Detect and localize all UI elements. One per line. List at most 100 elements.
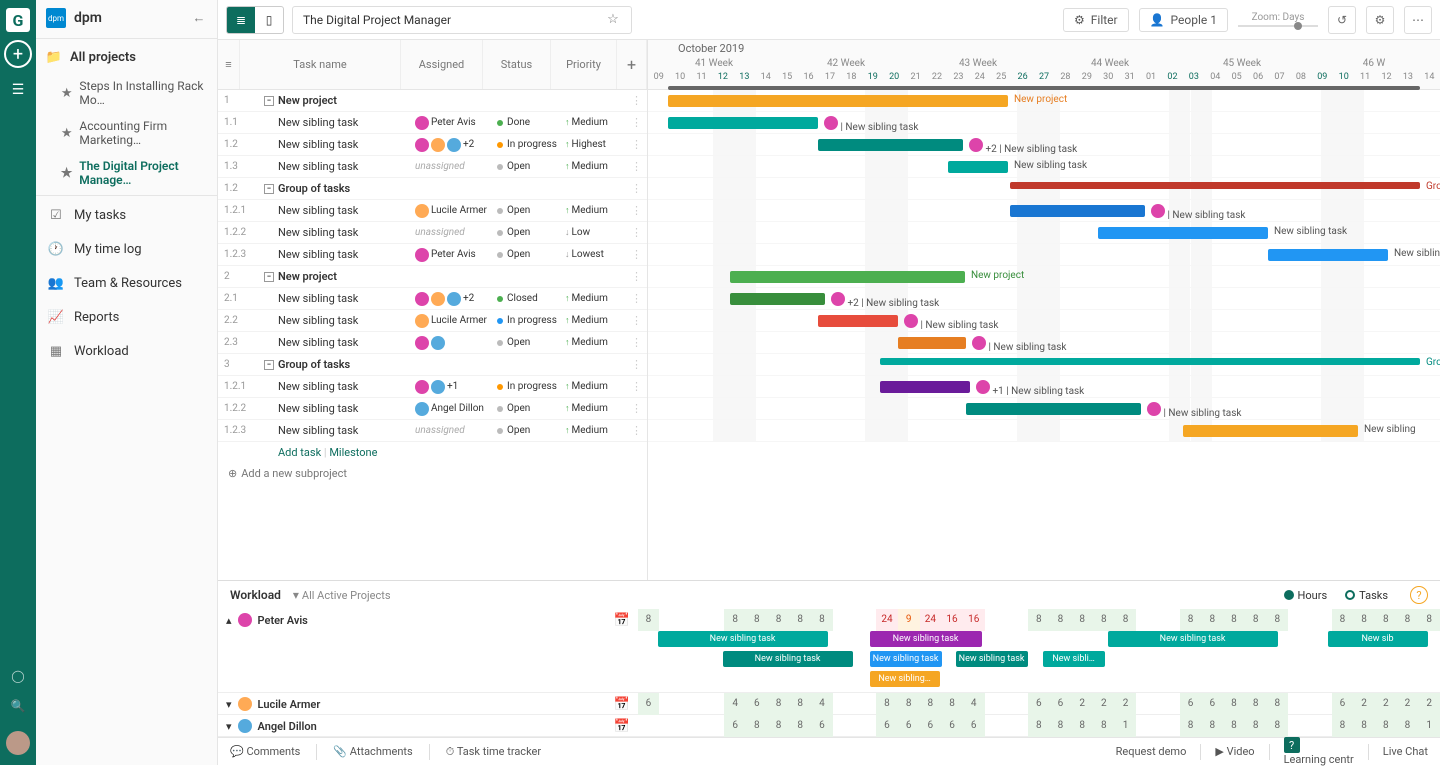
row-more-icon[interactable]: ⋮ xyxy=(631,292,647,305)
expand-icon[interactable]: ▾ xyxy=(226,698,232,711)
add-subproject-row[interactable]: ⊕ Add a new subproject xyxy=(218,463,647,484)
task-row[interactable]: 1.3New sibling taskunassignedOpen↑Medium… xyxy=(218,156,647,178)
gantt-bar[interactable]: New sibling xyxy=(1183,425,1358,437)
menu-icon[interactable]: ☰ xyxy=(12,82,25,98)
sidebar-project[interactable]: ★Steps In Installing Rack Mo… xyxy=(36,73,217,113)
radio-hours[interactable]: Hours xyxy=(1284,589,1328,602)
attachments-tab[interactable]: 📎 Attachments xyxy=(333,745,412,758)
task-row[interactable]: 1− New project⋮ xyxy=(218,90,647,112)
live-chat-link[interactable]: Live Chat xyxy=(1383,745,1428,758)
calendar-icon[interactable]: 📅 xyxy=(614,718,630,734)
gantt-bar[interactable]: +2 | New sibling task xyxy=(818,139,963,151)
row-more-icon[interactable]: ⋮ xyxy=(631,424,647,437)
add-button[interactable]: + xyxy=(4,40,32,68)
workload-bar[interactable]: New sibling… xyxy=(870,671,940,687)
expand-icon[interactable]: ▴ xyxy=(226,614,232,627)
task-row[interactable]: 1.2.2New sibling taskAngel DillonOpen↑Me… xyxy=(218,398,647,420)
task-row[interactable]: 2.1New sibling task+2Closed↑Medium⋮ xyxy=(218,288,647,310)
workload-bar[interactable]: New sib xyxy=(1328,631,1428,647)
video-link[interactable]: ▶ Video xyxy=(1215,745,1254,758)
request-demo-link[interactable]: Request demo xyxy=(1116,745,1187,758)
col-priority[interactable]: Priority xyxy=(551,40,617,89)
gantt-bar[interactable]: New sibling xyxy=(1268,249,1388,261)
sidebar-project[interactable]: ★The Digital Project Manage… xyxy=(36,153,217,193)
workload-person-row[interactable]: ▴Peter Avis📅 xyxy=(218,609,638,631)
gantt-bar[interactable]: | New sibling task xyxy=(898,337,966,349)
nav-my-time-log[interactable]: 🕐My time log xyxy=(36,232,217,266)
workload-bar[interactable]: New sibling task xyxy=(723,651,853,667)
row-more-icon[interactable]: ⋮ xyxy=(631,314,647,327)
gantt-bar[interactable]: New project xyxy=(668,95,1008,107)
row-more-icon[interactable]: ⋮ xyxy=(631,116,647,129)
workload-help-icon[interactable]: ? xyxy=(1410,586,1428,604)
gantt-bar[interactable]: +1 | New sibling task xyxy=(880,381,970,393)
collapse-toggle[interactable]: − xyxy=(264,360,274,370)
expand-icon[interactable]: ▾ xyxy=(226,720,232,733)
col-status[interactable]: Status xyxy=(483,40,551,89)
row-more-icon[interactable]: ⋮ xyxy=(631,336,647,349)
col-assigned[interactable]: Assigned xyxy=(401,40,483,89)
all-projects-link[interactable]: 📁 All projects xyxy=(36,41,217,73)
timeline[interactable]: October 2019 41 Week42 Week43 Week44 Wee… xyxy=(648,40,1440,580)
row-more-icon[interactable]: ⋮ xyxy=(631,248,647,261)
row-more-icon[interactable]: ⋮ xyxy=(631,402,647,415)
task-row[interactable]: 1.2New sibling task+2In progress↑Highest… xyxy=(218,134,647,156)
zoom-slider[interactable] xyxy=(1238,25,1318,27)
workload-bar[interactable]: New sibli… xyxy=(1043,651,1105,667)
row-more-icon[interactable]: ⋮ xyxy=(631,204,647,217)
row-more-icon[interactable]: ⋮ xyxy=(631,160,647,173)
collapse-toggle[interactable]: − xyxy=(264,184,274,194)
gantt-bar[interactable]: Group of task xyxy=(880,358,1420,365)
nav-workload[interactable]: ▦Workload xyxy=(36,334,217,368)
nav-team[interactable]: 👥Team & Resources xyxy=(36,266,217,300)
sidebar-project[interactable]: ★Accounting Firm Marketing… xyxy=(36,113,217,153)
people-button[interactable]: 👤People 1 xyxy=(1139,8,1228,32)
workload-bar[interactable]: New sibling task xyxy=(870,651,942,667)
gantt-bar[interactable]: Group of task xyxy=(1010,182,1420,189)
gantt-view-button[interactable]: ≣ xyxy=(227,7,255,33)
app-logo[interactable]: G xyxy=(6,8,30,32)
gantt-bar[interactable]: New sibling task xyxy=(948,161,1008,173)
workload-bar[interactable]: New sibling task xyxy=(956,651,1028,667)
workload-bar[interactable]: New sibling task xyxy=(1108,631,1278,647)
task-row[interactable]: 1.2.2New sibling taskunassignedOpen↓Low⋮ xyxy=(218,222,647,244)
project-title-input[interactable]: The Digital Project Manager ☆ xyxy=(292,6,632,34)
star-icon[interactable]: ☆ xyxy=(605,12,621,28)
search-icon[interactable]: 🔍 xyxy=(11,699,26,713)
task-row[interactable]: 1.2.1New sibling taskLucile ArmerOpen↑Me… xyxy=(218,200,647,222)
row-more-icon[interactable]: ⋮ xyxy=(631,226,647,239)
gantt-bar[interactable]: New sibling task xyxy=(1098,227,1268,239)
calendar-icon[interactable]: 📅 xyxy=(614,696,630,712)
row-more-icon[interactable]: ⋮ xyxy=(631,358,647,371)
settings-icon[interactable]: ⚙ xyxy=(1366,6,1394,34)
gantt-bar[interactable]: +2 | New sibling task xyxy=(730,293,825,305)
nav-my-tasks[interactable]: ☑My tasks xyxy=(36,198,217,232)
notifications-icon[interactable]: ◯ xyxy=(11,669,24,683)
row-more-icon[interactable]: ⋮ xyxy=(631,270,647,283)
workload-filter-dropdown[interactable]: ▾ All Active Projects xyxy=(293,588,391,602)
workload-person-row[interactable]: ▾Lucile Armer📅 xyxy=(218,693,638,715)
row-more-icon[interactable]: ⋮ xyxy=(631,182,647,195)
row-more-icon[interactable]: ⋮ xyxy=(631,94,647,107)
board-view-button[interactable]: ▯ xyxy=(255,7,283,33)
gantt-bar[interactable]: | New sibling task xyxy=(668,117,818,129)
task-row[interactable]: 2.2New sibling taskLucile ArmerIn progre… xyxy=(218,310,647,332)
gantt-bar[interactable]: | New sibling task xyxy=(818,315,898,327)
workload-bar[interactable]: New sibling task xyxy=(658,631,828,647)
learning-center-link[interactable]: ? Learning centr xyxy=(1284,737,1354,766)
task-row[interactable]: 1.2− Group of tasks⋮ xyxy=(218,178,647,200)
more-icon[interactable]: ⋯ xyxy=(1404,6,1432,34)
collapse-toggle[interactable]: − xyxy=(264,96,274,106)
nav-reports[interactable]: 📈Reports xyxy=(36,300,217,334)
comments-tab[interactable]: 💬 Comments xyxy=(230,745,300,758)
calendar-icon[interactable]: 📅 xyxy=(614,612,630,628)
task-row[interactable]: 2− New project⋮ xyxy=(218,266,647,288)
radio-tasks[interactable]: Tasks xyxy=(1345,589,1388,602)
task-row[interactable]: 3− Group of tasks⋮ xyxy=(218,354,647,376)
gantt-bar[interactable]: New project xyxy=(730,271,965,283)
add-task-link[interactable]: Add task xyxy=(278,446,321,459)
add-milestone-link[interactable]: Milestone xyxy=(329,446,377,459)
filter-button[interactable]: ⚙Filter xyxy=(1063,8,1129,32)
row-more-icon[interactable]: ⋮ xyxy=(631,380,647,393)
time-tracker-tab[interactable]: ⏱ Task time tracker xyxy=(446,745,541,759)
